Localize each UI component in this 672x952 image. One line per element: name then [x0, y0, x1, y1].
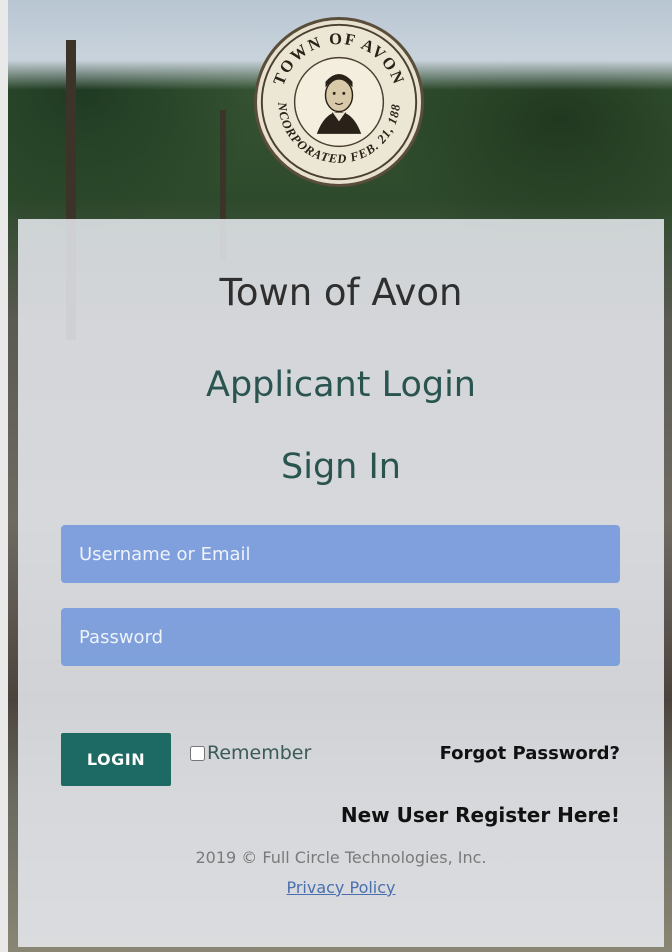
- remember-checkbox[interactable]: [190, 745, 205, 761]
- login-button[interactable]: LOGIN: [61, 733, 171, 786]
- remember-label: Remember: [207, 742, 312, 764]
- remember-me[interactable]: Remember: [190, 742, 311, 764]
- forgot-password-link[interactable]: Forgot Password?: [440, 743, 620, 764]
- privacy-policy-link[interactable]: Privacy Policy: [286, 878, 395, 897]
- town-seal-logo: TOWN OF AVON INCORPORATED FEB. 21, 1888: [254, 17, 424, 187]
- applicant-login-title: Applicant Login: [206, 365, 476, 405]
- sign-in-title: Sign In: [281, 447, 401, 487]
- left-edge: [0, 0, 8, 952]
- copyright-text: 2019 © Full Circle Technologies, Inc.: [195, 848, 487, 867]
- login-card: Town of Avon Applicant Login Sign In LOG…: [18, 219, 664, 947]
- username-input[interactable]: [61, 525, 620, 583]
- town-title: Town of Avon: [219, 271, 463, 314]
- password-input[interactable]: [61, 608, 620, 666]
- privacy-container: Privacy Policy: [18, 878, 664, 897]
- register-link[interactable]: New User Register Here!: [341, 803, 620, 827]
